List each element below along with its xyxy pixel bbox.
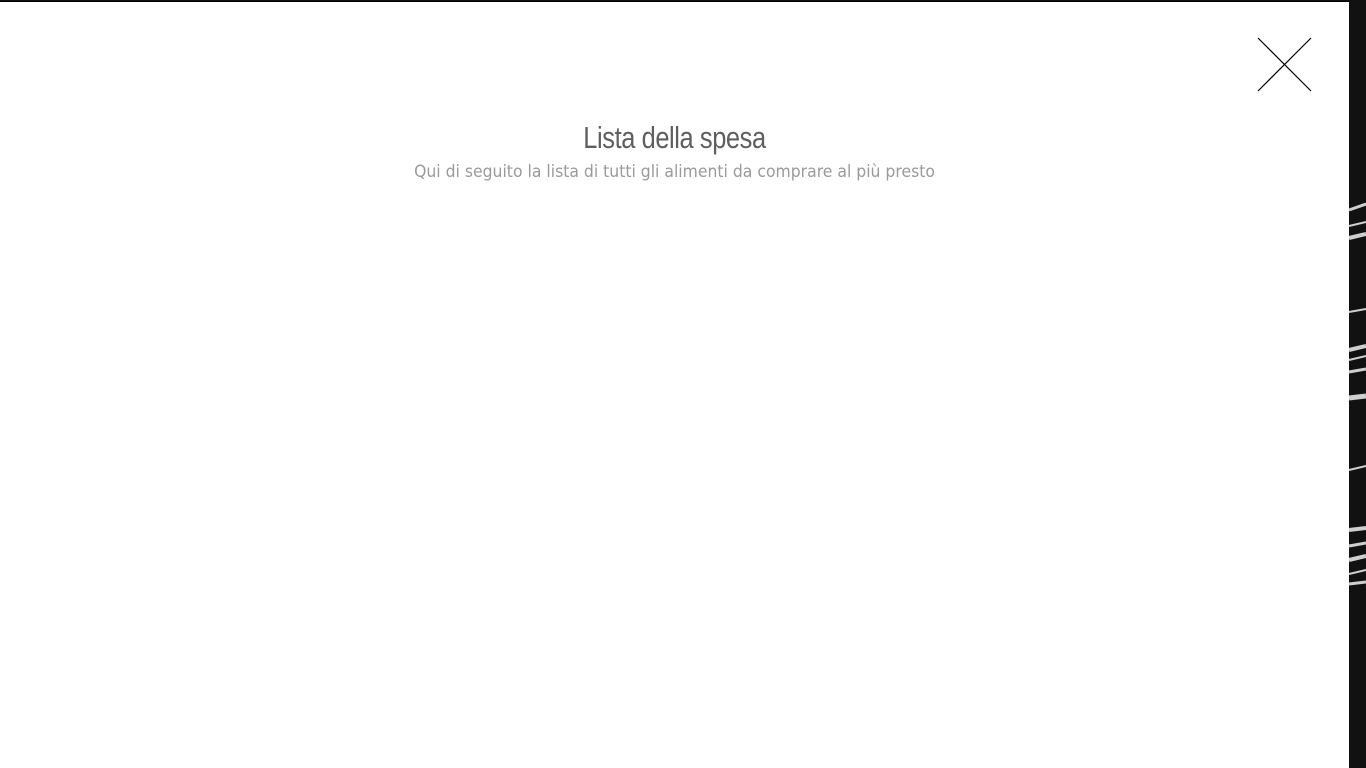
close-button[interactable]: [1257, 37, 1313, 93]
close-icon: [1257, 37, 1312, 92]
shopping-list-modal: Lista della spesa Qui di seguito la list…: [0, 1, 1349, 768]
modal-title: Lista della spesa: [583, 120, 766, 155]
modal-subtitle: Qui di seguito la lista di tutti gli ali…: [414, 162, 935, 182]
modal-header: Lista della spesa Qui di seguito la list…: [0, 118, 1349, 184]
